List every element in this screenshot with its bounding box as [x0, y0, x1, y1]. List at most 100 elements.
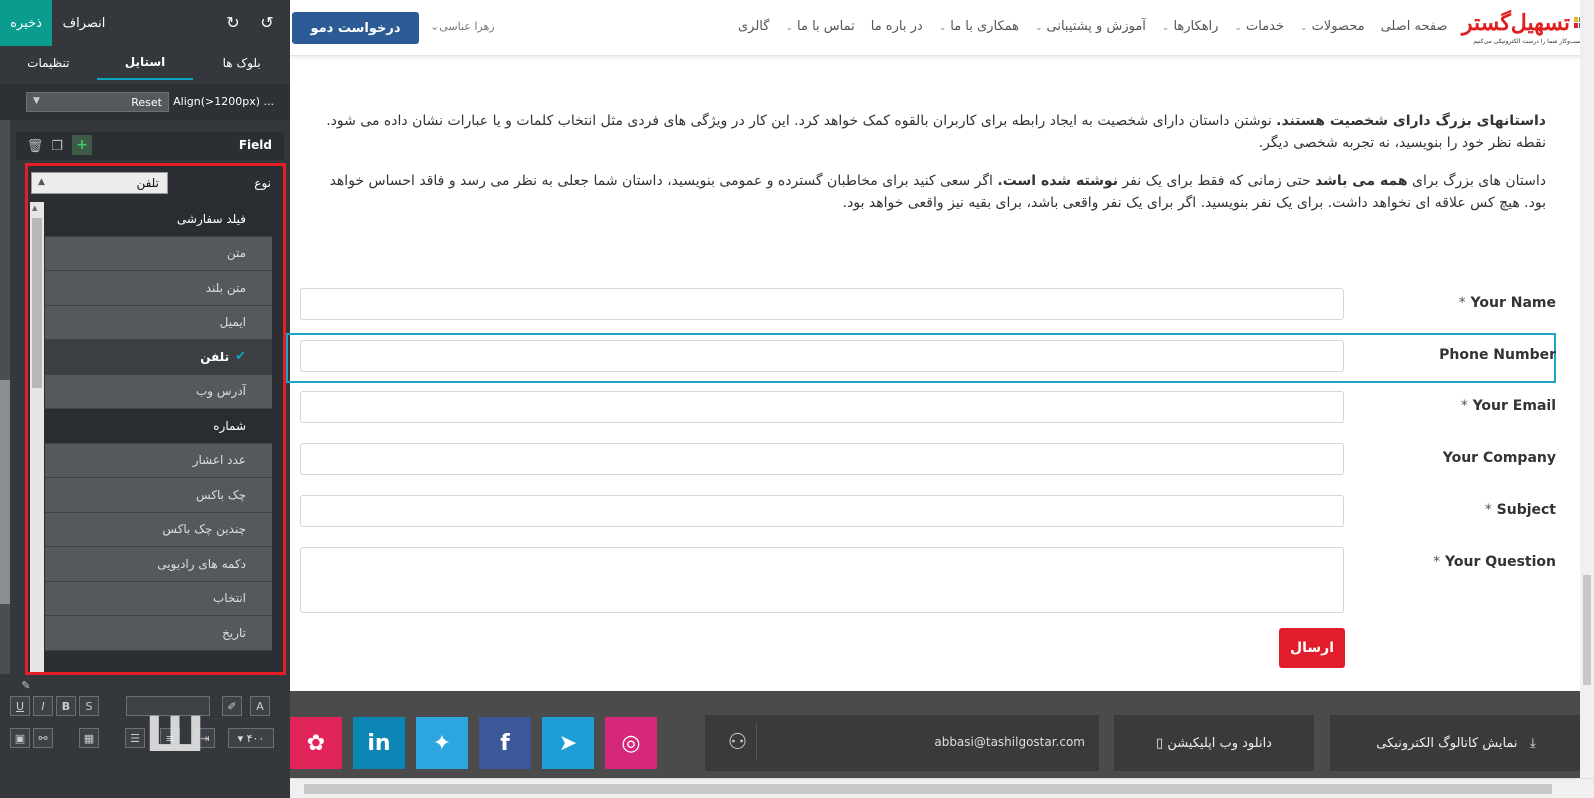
- link-icon[interactable]: ⚯: [33, 728, 53, 748]
- option-decimal[interactable]: عدد اعشار: [45, 443, 272, 478]
- option-checkbox[interactable]: چک باکس: [45, 478, 272, 513]
- type-select-value: تلفن: [136, 176, 159, 190]
- type-select[interactable]: ▲ تلفن: [31, 172, 168, 194]
- subject-input[interactable]: [300, 495, 1344, 527]
- align-row: ▼ Reset Align(>1200px) ...: [0, 84, 290, 120]
- font-color-icon[interactable]: A: [250, 696, 270, 716]
- tab-style[interactable]: استایل: [96, 46, 194, 80]
- twitter-icon[interactable]: ✦: [416, 717, 468, 769]
- form-row-subject: * Subject: [300, 495, 1556, 529]
- download-icon: ⤓: [1517, 735, 1536, 751]
- request-demo-button[interactable]: درخواست دمو: [292, 12, 419, 44]
- redo-icon[interactable]: ↻: [222, 11, 244, 33]
- nav-products[interactable]: محصولات⌄: [1292, 19, 1373, 34]
- check-icon: ✔: [235, 349, 246, 365]
- instagram-icon[interactable]: ◎: [605, 717, 657, 769]
- nav-home[interactable]: صفحه اصلی: [1373, 19, 1456, 34]
- option-date[interactable]: تاریخ: [45, 616, 272, 651]
- option-label: عدد اعشار: [192, 453, 246, 468]
- dropdown-scrollbar-thumb[interactable]: [32, 218, 42, 388]
- download-app-button[interactable]: ▯ دانلود وب اپلیکیشن: [1114, 715, 1314, 771]
- strikethrough-icon[interactable]: S: [79, 696, 99, 716]
- field-label-text: Your Company: [1442, 450, 1556, 466]
- copy-icon[interactable]: ❐: [48, 136, 66, 156]
- paragraph-bold: داستانهای بزرگ دارای شخصیت هستند.: [1276, 113, 1546, 129]
- paragraph-bold: همه می باشد: [1315, 173, 1408, 189]
- option-label: دکمه های رادیویی: [157, 556, 246, 571]
- panel-scrollbar-thumb[interactable]: [0, 380, 10, 604]
- nav-partners[interactable]: همکاری با ما⌄: [931, 19, 1027, 34]
- scroll-up-icon[interactable]: ▲: [32, 204, 37, 212]
- tab-settings[interactable]: تنظیمات: [0, 46, 97, 80]
- editor-panel: ذخیره انصراف ↻ ↺ تنظیمات استایل بلوک ها …: [0, 0, 290, 798]
- nav-label: آموزش و پشتیبانی: [1046, 19, 1146, 34]
- option-select[interactable]: انتخاب: [45, 581, 272, 616]
- option-multi-checkbox[interactable]: چندین چک باکس: [45, 512, 272, 547]
- company-label: Your Company: [1443, 450, 1556, 466]
- add-user-icon[interactable]: ⚇: [719, 723, 757, 761]
- brush-icon[interactable]: ✐: [222, 696, 242, 716]
- aparat-icon[interactable]: ✿: [290, 717, 342, 769]
- paragraph-bold: نوشته شده است.: [997, 173, 1118, 189]
- add-icon[interactable]: +: [72, 135, 92, 155]
- name-input[interactable]: [300, 288, 1344, 320]
- field-row: 🗑 ❐ + Field: [16, 132, 284, 160]
- trash-icon[interactable]: 🗑: [26, 136, 44, 156]
- cancel-button[interactable]: انصراف: [56, 0, 112, 46]
- italic-icon[interactable]: I: [33, 696, 53, 716]
- email-input[interactable]: [300, 391, 1344, 423]
- site-preview: درخواست دمو ⌄زهرا عباسی صفحه اصلی محصولا…: [286, 0, 1594, 798]
- nav-solutions[interactable]: راهکارها⌄: [1154, 19, 1227, 34]
- nav-training[interactable]: آموزش و پشتیبانی⌄: [1027, 19, 1154, 34]
- nav-gallery[interactable]: گالری: [730, 19, 777, 34]
- paragraph: داستان های بزرگ برای همه می باشد حتی زما…: [320, 170, 1546, 214]
- underline-icon[interactable]: U: [10, 696, 30, 716]
- vertical-scrollbar[interactable]: [1580, 0, 1594, 778]
- undo-icon[interactable]: ↺: [256, 11, 278, 33]
- dropdown-scrollbar[interactable]: ▲: [30, 202, 44, 672]
- watermark-logo: Ш: [145, 707, 205, 763]
- footer-email[interactable]: abbasi@tashilgostar.com: [934, 735, 1085, 749]
- submit-button[interactable]: ارسال: [1279, 628, 1345, 668]
- bold-icon[interactable]: B: [56, 696, 76, 716]
- font-size-select[interactable]: ▾ ۴۰۰: [228, 728, 274, 748]
- option-phone[interactable]: تلفن ✔: [45, 340, 272, 375]
- site-logo[interactable]: تسهیل‌گستر کسب‌وکار شما را درست الکترونی…: [1462, 10, 1584, 46]
- facebook-icon[interactable]: f: [479, 717, 531, 769]
- name-label: * Your Name: [1459, 295, 1556, 311]
- chevron-up-icon: ▲: [38, 177, 45, 187]
- nav-about[interactable]: در باره ما: [863, 19, 931, 34]
- option-label: چندین چک باکس: [162, 522, 246, 537]
- telegram-icon[interactable]: ➤: [542, 717, 594, 769]
- tab-blocks[interactable]: بلوک ها: [193, 46, 290, 80]
- option-url[interactable]: آدرس وب: [45, 374, 272, 409]
- image-icon[interactable]: ▣: [10, 728, 30, 748]
- option-radio[interactable]: دکمه های رادیویی: [45, 547, 272, 582]
- user-name: زهرا عباسی: [439, 20, 495, 33]
- nav-services[interactable]: خدمات⌄: [1226, 19, 1292, 34]
- horizontal-scrollbar[interactable]: [290, 778, 1594, 798]
- user-menu[interactable]: ⌄زهرا عباسی: [430, 20, 495, 33]
- paragraph: داستانهای بزرگ دارای شخصیت هستند. نوشتن …: [320, 110, 1546, 154]
- eraser-icon[interactable]: ✎: [16, 675, 36, 695]
- chevron-down-icon: ⌄: [430, 20, 440, 33]
- option-email[interactable]: ایمیل: [45, 305, 272, 340]
- option-label: چک باکس: [196, 487, 246, 502]
- main-nav: صفحه اصلی محصولات⌄ خدمات⌄ راهکارها⌄ آموز…: [730, 19, 1455, 34]
- catalog-button[interactable]: نمایش کاتالوگ الکترونیکی ⤓: [1330, 715, 1582, 771]
- phone-input[interactable]: [300, 340, 1344, 372]
- editor-topbar: ذخیره انصراف ↻ ↺: [0, 0, 290, 46]
- vertical-scrollbar-thumb[interactable]: [1583, 575, 1591, 685]
- company-input[interactable]: [300, 443, 1344, 475]
- option-textarea[interactable]: متن بلند: [45, 271, 272, 306]
- option-text[interactable]: متن: [45, 236, 272, 271]
- align-select[interactable]: ▼ Reset: [26, 92, 169, 112]
- linkedin-icon[interactable]: in: [353, 717, 405, 769]
- save-button[interactable]: ذخیره: [0, 0, 52, 46]
- paragraph-text: حتی زمانی که فقط برای یک نفر: [1117, 173, 1316, 189]
- form-row-phone: Phone Number: [300, 340, 1556, 374]
- table-icon[interactable]: ▦: [79, 728, 99, 748]
- nav-contact[interactable]: تماس با ما⌄: [777, 19, 862, 34]
- horizontal-scrollbar-thumb[interactable]: [304, 784, 1552, 794]
- field-type-select-box: نوع ▲ تلفن ▲ فیلد سفارشی متن متن بلند ای…: [25, 163, 286, 675]
